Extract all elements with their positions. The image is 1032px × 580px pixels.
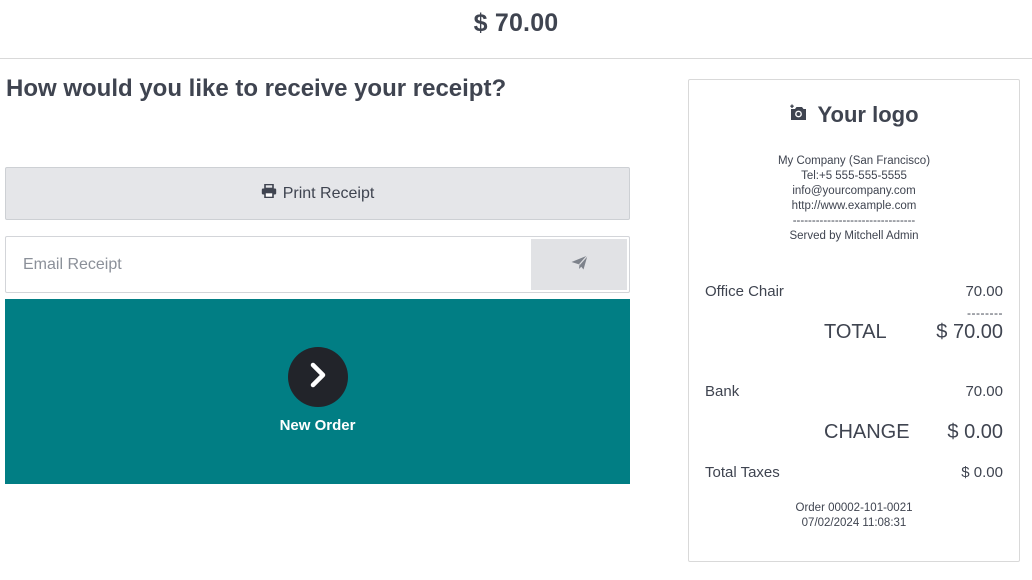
new-order-button[interactable]: New Order (5, 299, 630, 484)
email-receipt-row (5, 236, 630, 293)
order-reference: Order 00002-101-0021 (795, 502, 913, 514)
total-amount: $ 70.00 (936, 321, 1003, 343)
camera-icon (789, 102, 809, 128)
company-name: My Company (San Francisco) (777, 155, 931, 167)
receipt-line: Office Chair 70.00 (705, 283, 1003, 300)
receipt-preview: Your logo My Company (San Francisco) Tel… (688, 79, 1020, 562)
order-footer: Order 00002-101-0021 07/02/2024 11:08:31 (689, 501, 1019, 531)
taxes-amount: $ 0.00 (961, 464, 1003, 481)
taxes-line: Total Taxes $ 0.00 (705, 464, 1003, 481)
taxes-label: Total Taxes (705, 464, 780, 481)
company-website: http://www.example.com (791, 200, 917, 212)
payment-line: Bank 70.00 (705, 383, 1003, 400)
new-order-label: New Order (279, 417, 356, 434)
payment-amount: 70.00 (965, 383, 1003, 400)
payment-method: Bank (705, 383, 740, 400)
send-email-button[interactable] (531, 239, 627, 290)
printer-icon (261, 183, 277, 203)
print-receipt-button[interactable]: Print Receipt (5, 167, 630, 220)
email-receipt-input[interactable] (7, 238, 527, 291)
company-phone: Tel:+5 555-555-5555 (801, 170, 907, 182)
logo-text: Your logo (817, 102, 919, 127)
top-bar: $ 70.00 (0, 0, 1032, 59)
total-separator: -------- (967, 306, 1003, 320)
company-email: info@yourcompany.com (792, 185, 916, 197)
company-info: My Company (San Francisco) Tel:+5 555-55… (689, 154, 1019, 244)
order-total-amount: $ 70.00 (473, 9, 559, 37)
change-amount: $ 0.00 (947, 421, 1003, 443)
total-label: TOTAL (824, 321, 887, 343)
line-product-name: Office Chair (705, 283, 784, 300)
print-receipt-label: Print Receipt (282, 184, 375, 202)
next-circle (288, 347, 348, 407)
chevron-right-icon (307, 362, 329, 393)
order-date: 07/02/2024 11:08:31 (801, 517, 907, 529)
change-label: CHANGE (824, 421, 910, 443)
receipt-logo: Your logo (689, 102, 1019, 128)
paper-plane-icon (571, 254, 588, 275)
served-by: Served by Mitchell Admin (789, 230, 919, 242)
company-separator: -------------------------------- (792, 215, 916, 227)
line-amount: 70.00 (965, 283, 1003, 300)
receipt-question: How would you like to receive your recei… (6, 75, 507, 102)
